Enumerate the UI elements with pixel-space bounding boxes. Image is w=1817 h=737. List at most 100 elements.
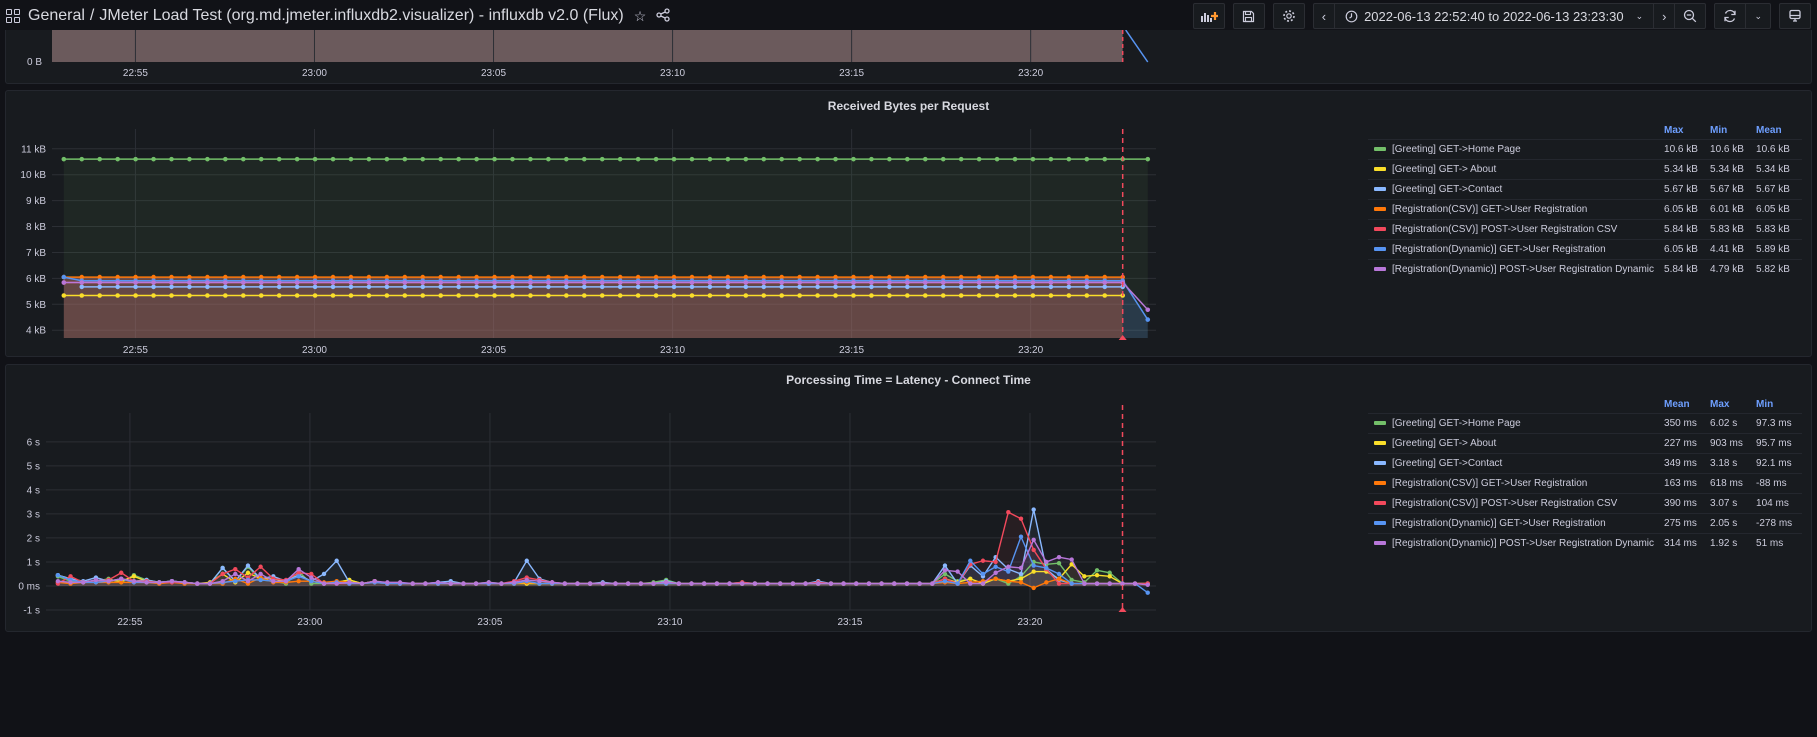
- partial-chart: 0 B 22:55 23:00 23:05 23:10 23:15 23:20: [27, 29, 1149, 79]
- x-tick-label: 23:10: [657, 617, 682, 628]
- legend-stat-value: 6.05 kB: [1664, 239, 1711, 260]
- legend-color-swatch[interactable]: [1374, 166, 1386, 171]
- dashboard-settings-button[interactable]: [1272, 3, 1305, 29]
- time-shift-forward-button[interactable]: ›: [1654, 4, 1676, 28]
- data-point: [765, 581, 770, 586]
- legend-series-name[interactable]: [Registration(CSV)] POST->User Registrat…: [1392, 498, 1617, 509]
- legend-stat-value: 97.3 ms: [1756, 413, 1803, 434]
- data-point: [599, 284, 605, 290]
- legend-color-swatch[interactable]: [1374, 186, 1386, 191]
- legend-color-swatch[interactable]: [1374, 460, 1386, 465]
- data-point: [942, 563, 948, 568]
- time-range-picker-button[interactable]: 2022-06-13 22:52:40 to 2022-06-13 23:23:…: [1335, 4, 1655, 28]
- legend-row[interactable]: [Greeting] GET->Home Page 10.6 kB 10.6 kB 1…: [1368, 139, 1803, 160]
- x-tick-label: 23:20: [1018, 345, 1043, 356]
- legend-series-name[interactable]: [Registration(Dynamic)] GET->User Regist…: [1392, 518, 1606, 529]
- data-point: [294, 280, 300, 285]
- legend-series-name[interactable]: [Registration(CSV)] GET->User Registrati…: [1392, 478, 1587, 489]
- legend-row[interactable]: [Registration(CSV)] POST->User Registrat…: [1368, 219, 1803, 240]
- data-point: [779, 280, 785, 285]
- legend-color-swatch[interactable]: [1374, 246, 1386, 251]
- legend-color-swatch[interactable]: [1374, 440, 1386, 445]
- data-point: [1069, 581, 1074, 586]
- legend-color-swatch[interactable]: [1374, 520, 1386, 525]
- legend-color-swatch[interactable]: [1374, 540, 1386, 545]
- add-panel-button[interactable]: [1192, 3, 1225, 29]
- legend-series-name[interactable]: [Registration(CSV)] POST->User Registrat…: [1392, 224, 1617, 235]
- data-point: [456, 293, 461, 298]
- legend-row[interactable]: [Registration(CSV)] GET->User Registrati…: [1368, 473, 1803, 494]
- data-point: [1145, 156, 1151, 162]
- legend-series-name[interactable]: [Greeting] GET->Contact: [1392, 184, 1502, 195]
- data-point: [131, 574, 137, 579]
- legend-series-name[interactable]: [Greeting] GET->Home Page: [1392, 418, 1521, 429]
- legend-column-header[interactable]: Max: [1710, 397, 1756, 414]
- legend-series-name[interactable]: [Registration(Dynamic)] POST->User Regis…: [1392, 538, 1654, 549]
- legend-row[interactable]: [Registration(Dynamic)] GET->User Regist…: [1368, 513, 1803, 534]
- legend-column-header[interactable]: Mean: [1664, 397, 1710, 414]
- legend-color-swatch[interactable]: [1374, 146, 1386, 151]
- breadcrumb-separator: /: [89, 7, 95, 24]
- legend-row[interactable]: [Greeting] GET-> About 227 ms 903 ms 95.7 m…: [1368, 433, 1803, 454]
- legend-series-name[interactable]: [Greeting] GET->Contact: [1392, 458, 1502, 469]
- legend-series-cell: [Registration(Dynamic)] GET->User Regist…: [1368, 513, 1665, 534]
- tv-mode-button[interactable]: [1779, 3, 1811, 29]
- share-icon[interactable]: [656, 7, 670, 25]
- refresh-picker: ⌄: [1714, 3, 1771, 29]
- legend-color-swatch[interactable]: [1374, 206, 1386, 211]
- legend-column-header[interactable]: Min: [1710, 123, 1756, 140]
- breadcrumb-folder[interactable]: General: [28, 7, 85, 25]
- zoom-out-button[interactable]: [1675, 4, 1705, 28]
- legend-series-name[interactable]: [Registration(Dynamic)] GET->User Regist…: [1392, 244, 1606, 255]
- legend-row[interactable]: [Greeting] GET-> About 5.34 kB 5.34 kB 5.34…: [1368, 159, 1803, 180]
- dashboard-title[interactable]: JMeter Load Test (org.md.jmeter.influxdb…: [99, 7, 623, 25]
- refresh-button[interactable]: [1715, 4, 1747, 28]
- legend-color-swatch[interactable]: [1374, 500, 1386, 505]
- data-point: [402, 284, 408, 290]
- data-point: [223, 293, 228, 298]
- legend-column-header[interactable]: Max: [1664, 123, 1710, 140]
- data-point: [779, 293, 785, 298]
- legend-stat-value: 10.6 kB: [1710, 139, 1757, 160]
- legend-row[interactable]: [Greeting] GET->Contact 5.67 kB 5.67 kB 5.6…: [1368, 179, 1803, 200]
- save-dashboard-button[interactable]: [1232, 3, 1265, 29]
- data-point: [1031, 563, 1036, 568]
- data-point: [958, 293, 964, 298]
- star-icon[interactable]: ☆: [634, 8, 647, 25]
- legend-row[interactable]: [Greeting] GET->Contact 349 ms 3.18 s 92.1 …: [1368, 453, 1803, 474]
- data-point: [958, 156, 964, 162]
- data-point: [1082, 574, 1087, 579]
- x-tick-label: 23:10: [660, 345, 685, 356]
- legend-row[interactable]: [Registration(Dynamic)] POST->User Regis…: [1368, 259, 1803, 279]
- data-point: [689, 156, 695, 162]
- legend-column-header[interactable]: Min: [1756, 397, 1802, 414]
- data-point: [115, 280, 120, 285]
- legend-column-header[interactable]: Mean: [1756, 123, 1802, 140]
- legend-series-name[interactable]: [Greeting] GET->Home Page: [1392, 144, 1521, 155]
- legend-color-swatch[interactable]: [1374, 420, 1386, 425]
- legend-series-cell: [Registration(Dynamic)] GET->User Regist…: [1368, 239, 1665, 260]
- legend-series-name[interactable]: [Greeting] GET-> About: [1392, 164, 1496, 175]
- refresh-interval-dropdown[interactable]: ⌄: [1746, 4, 1770, 28]
- data-point: [420, 293, 426, 298]
- apps-grid-icon[interactable]: [6, 9, 20, 23]
- legend-color-swatch[interactable]: [1374, 226, 1386, 231]
- legend-series-name[interactable]: [Greeting] GET-> About: [1392, 438, 1496, 449]
- x-tick-label: 22:55: [123, 345, 148, 356]
- time-shift-back-button[interactable]: ‹: [1314, 4, 1336, 28]
- legend-row[interactable]: [Registration(CSV)] GET->User Registrati…: [1368, 199, 1803, 220]
- data-point: [151, 156, 156, 162]
- legend-series-name[interactable]: [Registration(Dynamic)] POST->User Regis…: [1392, 264, 1654, 275]
- legend-row[interactable]: [Greeting] GET->Home Page 350 ms 6.02 s 97.…: [1368, 413, 1803, 434]
- data-point: [55, 578, 61, 584]
- legend-row[interactable]: [Registration(CSV)] POST->User Registrat…: [1368, 493, 1803, 514]
- data-point: [366, 293, 372, 298]
- data-point: [61, 156, 67, 162]
- legend-stat-value: 104 ms: [1756, 493, 1803, 514]
- legend-color-swatch[interactable]: [1374, 266, 1386, 271]
- legend-row[interactable]: [Registration(Dynamic)] POST->User Regis…: [1368, 533, 1803, 553]
- legend-row[interactable]: [Registration(Dynamic)] GET->User Regist…: [1368, 239, 1803, 260]
- data-point: [461, 581, 466, 586]
- legend-series-name[interactable]: [Registration(CSV)] GET->User Registrati…: [1392, 204, 1587, 215]
- legend-color-swatch[interactable]: [1374, 480, 1386, 485]
